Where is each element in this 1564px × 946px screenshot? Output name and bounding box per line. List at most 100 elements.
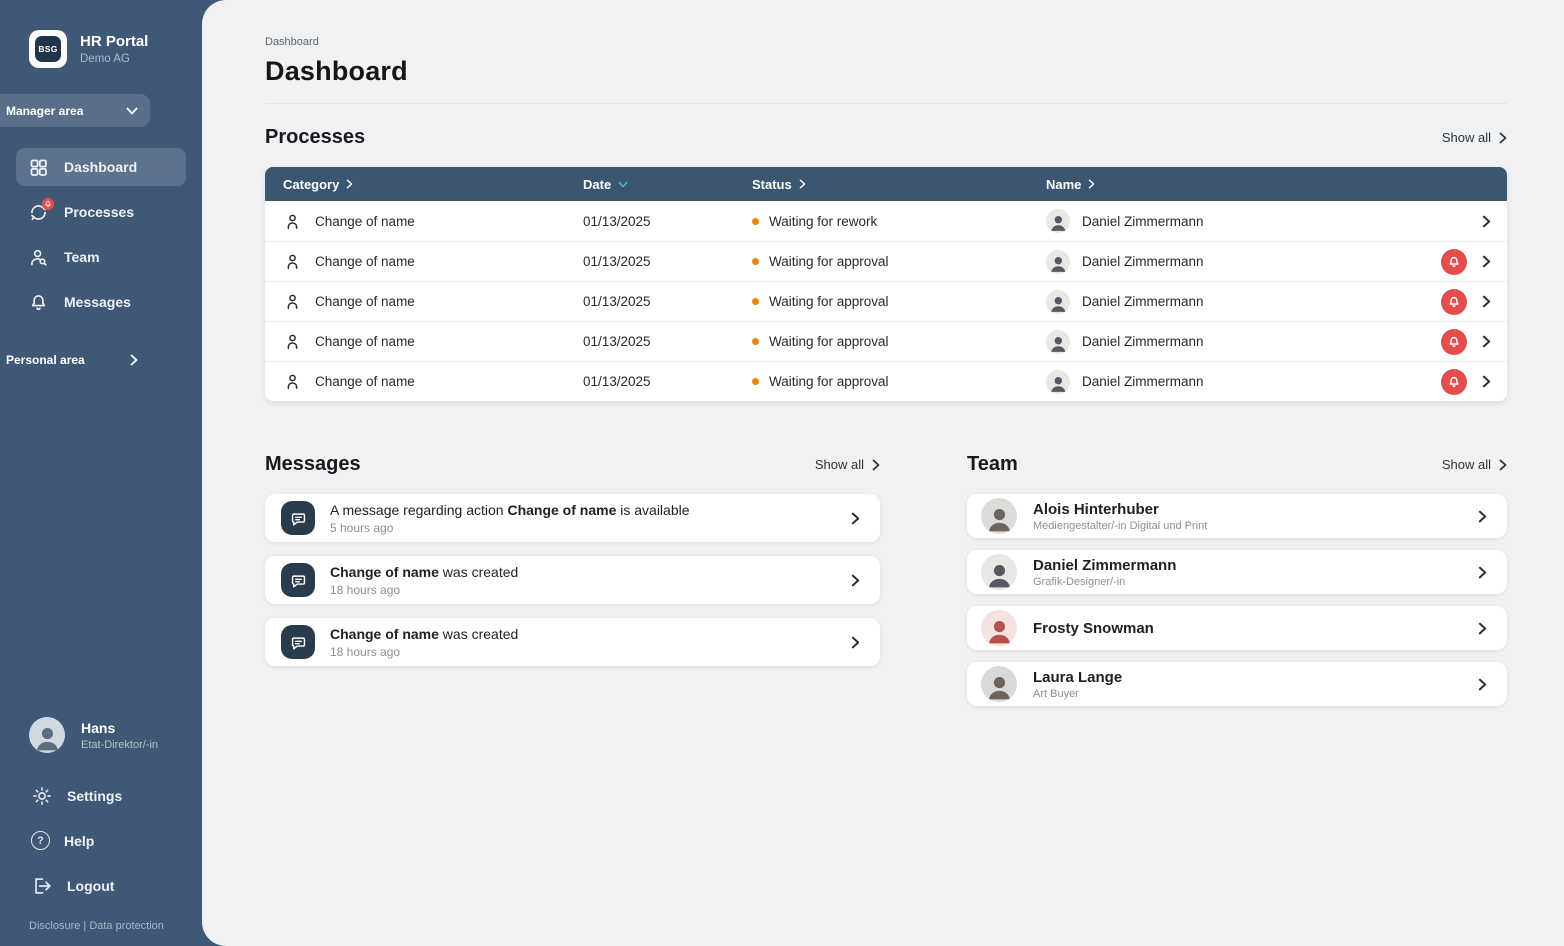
avatar bbox=[29, 717, 65, 753]
app-name: HR Portal bbox=[80, 32, 149, 50]
process-status: Waiting for approval bbox=[769, 334, 889, 349]
person-icon bbox=[283, 332, 302, 351]
team-member-card[interactable]: Alois Hinterhuber Mediengestalter/-in Di… bbox=[967, 494, 1507, 538]
chevron-right-icon bbox=[872, 459, 880, 471]
messages-show-all-link[interactable]: Show all bbox=[815, 457, 880, 472]
member-name: Alois Hinterhuber bbox=[1033, 500, 1159, 518]
alert-bell-badge[interactable] bbox=[1441, 368, 1467, 395]
sidebar-bottom: Hans Etat-Direktor/-in Settings ? Help L… bbox=[0, 717, 202, 946]
member-role: Mediengestalter/-in Digital und Print bbox=[1033, 519, 1208, 532]
process-category: Change of name bbox=[315, 213, 415, 229]
team-member-card[interactable]: Frosty Snowman bbox=[967, 606, 1507, 650]
sidebar-item-processes[interactable]: Processes bbox=[16, 193, 186, 231]
sidebar-item-dashboard[interactable]: Dashboard bbox=[16, 148, 186, 186]
user-profile[interactable]: Hans Etat-Direktor/-in bbox=[0, 717, 202, 753]
processes-table: Category Date Status Name Change of name… bbox=[265, 167, 1507, 401]
sidebar-item-label: Dashboard bbox=[64, 159, 138, 175]
column-header-category[interactable]: Category bbox=[265, 177, 583, 192]
message-title: Change of name was created bbox=[330, 625, 519, 642]
settings-button[interactable]: Settings bbox=[0, 773, 202, 818]
chevron-right-icon[interactable] bbox=[1482, 375, 1491, 388]
alert-bell-badge[interactable] bbox=[1441, 328, 1467, 355]
show-all-label: Show all bbox=[1441, 130, 1491, 145]
processes-show-all-link[interactable]: Show all bbox=[1442, 130, 1507, 145]
chevron-right-icon[interactable] bbox=[1482, 255, 1491, 268]
user-name: Hans bbox=[81, 719, 116, 736]
chevron-right-icon bbox=[851, 512, 860, 525]
chevron-right-icon bbox=[1478, 622, 1487, 635]
sidebar-nav: Dashboard Processes Team Messages bbox=[0, 148, 202, 328]
chevron-right-icon[interactable] bbox=[1482, 295, 1491, 308]
process-name: Daniel Zimmermann bbox=[1082, 374, 1204, 389]
team-member-card[interactable]: Laura Lange Art Buyer bbox=[967, 662, 1507, 706]
show-all-label: Show all bbox=[814, 457, 864, 472]
main-content: Dashboard Dashboard Processes Show all C… bbox=[202, 0, 1564, 946]
process-name: Daniel Zimmermann bbox=[1082, 213, 1204, 229]
chevron-right-icon[interactable] bbox=[1482, 215, 1491, 228]
team-section: Team Show all Alois Hinterhuber Medienge… bbox=[967, 453, 1507, 706]
legal-links[interactable]: Disclosure | Data protection bbox=[0, 920, 202, 932]
chevron-right-icon bbox=[130, 354, 138, 366]
avatar bbox=[1046, 209, 1070, 233]
message-card[interactable]: Change of name was created 18 hours ago bbox=[265, 556, 880, 604]
message-card[interactable]: A message regarding action Change of nam… bbox=[265, 494, 880, 542]
area-switcher-label: Manager area bbox=[6, 103, 84, 118]
message-bubble-icon bbox=[281, 563, 315, 597]
sidebar-item-team[interactable]: Team bbox=[16, 238, 186, 276]
chevron-right-icon bbox=[1499, 459, 1507, 471]
table-row[interactable]: Change of name 01/13/2025 Waiting for ap… bbox=[265, 321, 1507, 361]
process-category: Change of name bbox=[315, 374, 415, 389]
column-header-name[interactable]: Name bbox=[1046, 177, 1507, 192]
status-dot bbox=[752, 217, 759, 225]
column-header-date[interactable]: Date bbox=[583, 177, 752, 192]
process-name: Daniel Zimmermann bbox=[1082, 254, 1204, 269]
personal-area-link[interactable]: Personal area bbox=[0, 353, 150, 367]
column-header-status[interactable]: Status bbox=[752, 177, 1046, 192]
settings-label: Settings bbox=[67, 787, 123, 804]
process-date: 01/13/2025 bbox=[583, 254, 651, 269]
alert-bell-badge[interactable] bbox=[1441, 288, 1467, 315]
team-show-all-link[interactable]: Show all bbox=[1442, 457, 1507, 472]
chevron-right-icon bbox=[1088, 179, 1095, 189]
user-role: Etat-Direktor/-in bbox=[81, 738, 159, 751]
process-status: Waiting for approval bbox=[769, 254, 889, 269]
table-row[interactable]: Change of name 01/13/2025 Waiting for ap… bbox=[265, 361, 1507, 401]
message-card[interactable]: Change of name was created 18 hours ago bbox=[265, 618, 880, 666]
breadcrumb: Dashboard bbox=[265, 36, 319, 48]
page-title: Dashboard bbox=[265, 56, 408, 86]
app-logo-text: BSG bbox=[35, 36, 61, 62]
logout-button[interactable]: Logout bbox=[0, 863, 202, 908]
chevron-right-icon bbox=[346, 179, 353, 189]
process-status: Waiting for approval bbox=[769, 294, 889, 309]
avatar bbox=[1046, 369, 1070, 394]
process-status: Waiting for rework bbox=[769, 213, 878, 229]
team-member-card[interactable]: Daniel Zimmermann Grafik-Designer/-in bbox=[967, 550, 1507, 594]
message-title: A message regarding action Change of nam… bbox=[330, 501, 690, 518]
team-heading: Team bbox=[967, 453, 1018, 475]
logout-label: Logout bbox=[67, 877, 115, 894]
avatar bbox=[981, 666, 1017, 702]
chevron-right-icon bbox=[1478, 510, 1487, 523]
table-row[interactable]: Change of name 01/13/2025 Waiting for ap… bbox=[265, 281, 1507, 321]
alert-bell-badge[interactable] bbox=[1441, 248, 1467, 275]
area-switcher[interactable]: Manager area bbox=[0, 94, 150, 127]
person-icon bbox=[283, 252, 302, 271]
table-row[interactable]: Change of name 01/13/2025 Waiting for re… bbox=[265, 201, 1507, 241]
status-dot bbox=[752, 378, 759, 385]
show-all-label: Show all bbox=[1441, 457, 1491, 472]
sidebar-item-label: Messages bbox=[64, 294, 131, 310]
chevron-right-icon bbox=[1478, 566, 1487, 579]
message-time: 18 hours ago bbox=[330, 644, 401, 659]
process-date: 01/13/2025 bbox=[583, 374, 651, 389]
table-row[interactable]: Change of name 01/13/2025 Waiting for ap… bbox=[265, 241, 1507, 281]
chevron-right-icon[interactable] bbox=[1482, 335, 1491, 348]
alert-badge bbox=[42, 197, 54, 210]
help-button[interactable]: ? Help bbox=[0, 818, 202, 863]
avatar bbox=[981, 610, 1017, 646]
process-date: 01/13/2025 bbox=[583, 334, 651, 349]
chevron-right-icon bbox=[851, 574, 860, 587]
chevron-down-icon bbox=[126, 107, 138, 115]
sidebar-item-messages[interactable]: Messages bbox=[16, 283, 186, 321]
avatar bbox=[1046, 329, 1070, 354]
avatar bbox=[981, 554, 1017, 590]
